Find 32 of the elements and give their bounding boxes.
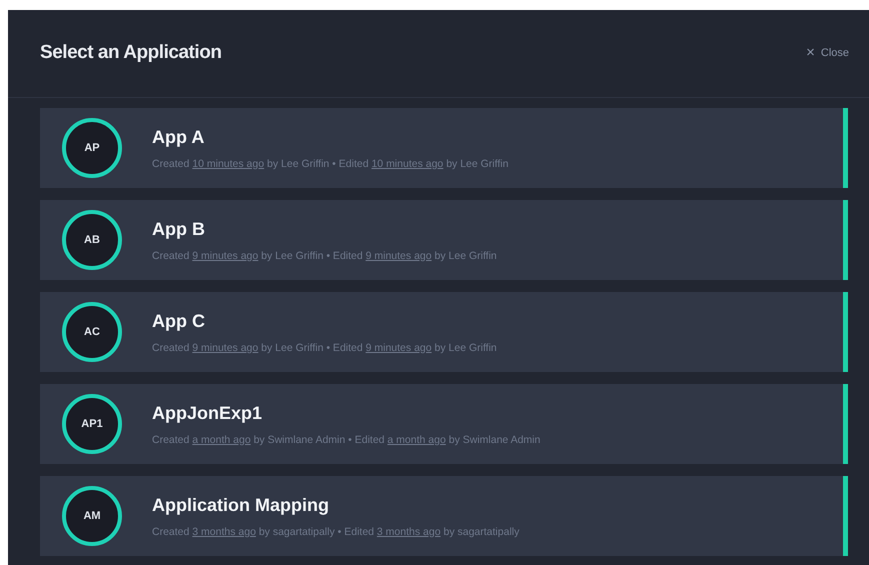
close-button[interactable]: × Close — [806, 42, 849, 65]
app-name: App A — [152, 126, 206, 149]
application-card[interactable]: AM Application Mapping Created 3 months ago by sagartatipally • Edited 3 months ago by sagartatipally — [40, 476, 848, 556]
time-link[interactable]: 3 months ago — [192, 526, 256, 538]
application-card[interactable]: AP App A Created 10 minutes ago by Lee Griffin • Edited 10 minutes ago by Lee Griffin — [40, 108, 848, 188]
app-name: App C — [152, 310, 206, 333]
app-name: App B — [152, 218, 206, 241]
app-name: AppJonExp1 — [152, 402, 264, 425]
application-card[interactable]: AP1 AppJonExp1 Created a month ago by Swimlane Admin • Edited a month ago by Swimlane Admin — [40, 384, 848, 464]
application-card[interactable]: AC App C Created 9 minutes ago by Lee Griffin • Edited 9 minutes ago by Lee Griffin — [40, 292, 848, 372]
app-details: Created 3 months ago by sagartatipally • Edited 3 months ago by sagartatipally — [152, 524, 520, 540]
avatar: AP1 — [62, 394, 122, 454]
time-link[interactable]: 9 minutes ago — [192, 342, 258, 354]
time-link[interactable]: 9 minutes ago — [366, 250, 432, 262]
avatar: AM — [62, 486, 122, 546]
app-details: Created a month ago by Swimlane Admin • Edited a month ago by Swimlane Admin — [152, 432, 540, 448]
time-link[interactable]: 3 months ago — [376, 526, 441, 538]
time-link[interactable]: a month ago — [192, 434, 251, 446]
time-link[interactable]: 10 minutes ago — [192, 158, 264, 170]
app-name: Application Mapping — [152, 494, 330, 517]
app-details: Created 10 minutes ago by Lee Griffin • Edited 10 minutes ago by Lee Griffin — [152, 156, 508, 172]
app-details: Created 9 minutes ago by Lee Griffin • Edited 9 minutes ago by Lee Griffin — [152, 340, 497, 356]
time-link[interactable]: 10 minutes ago — [371, 158, 444, 170]
time-link[interactable]: 9 minutes ago — [192, 250, 258, 262]
app-details: Created 9 minutes ago by Lee Griffin • Edited 9 minutes ago by Lee Griffin — [152, 248, 497, 264]
avatar: AC — [62, 302, 122, 362]
application-card[interactable]: AB App B Created 9 minutes ago by Lee Griffin • Edited 9 minutes ago by Lee Griffin — [40, 200, 848, 280]
time-link[interactable]: 9 minutes ago — [366, 342, 432, 354]
time-link[interactable]: a month ago — [387, 434, 446, 446]
avatar: AB — [62, 210, 122, 270]
dialog-title: Select an Application — [40, 41, 222, 66]
avatar: AP — [62, 118, 122, 178]
